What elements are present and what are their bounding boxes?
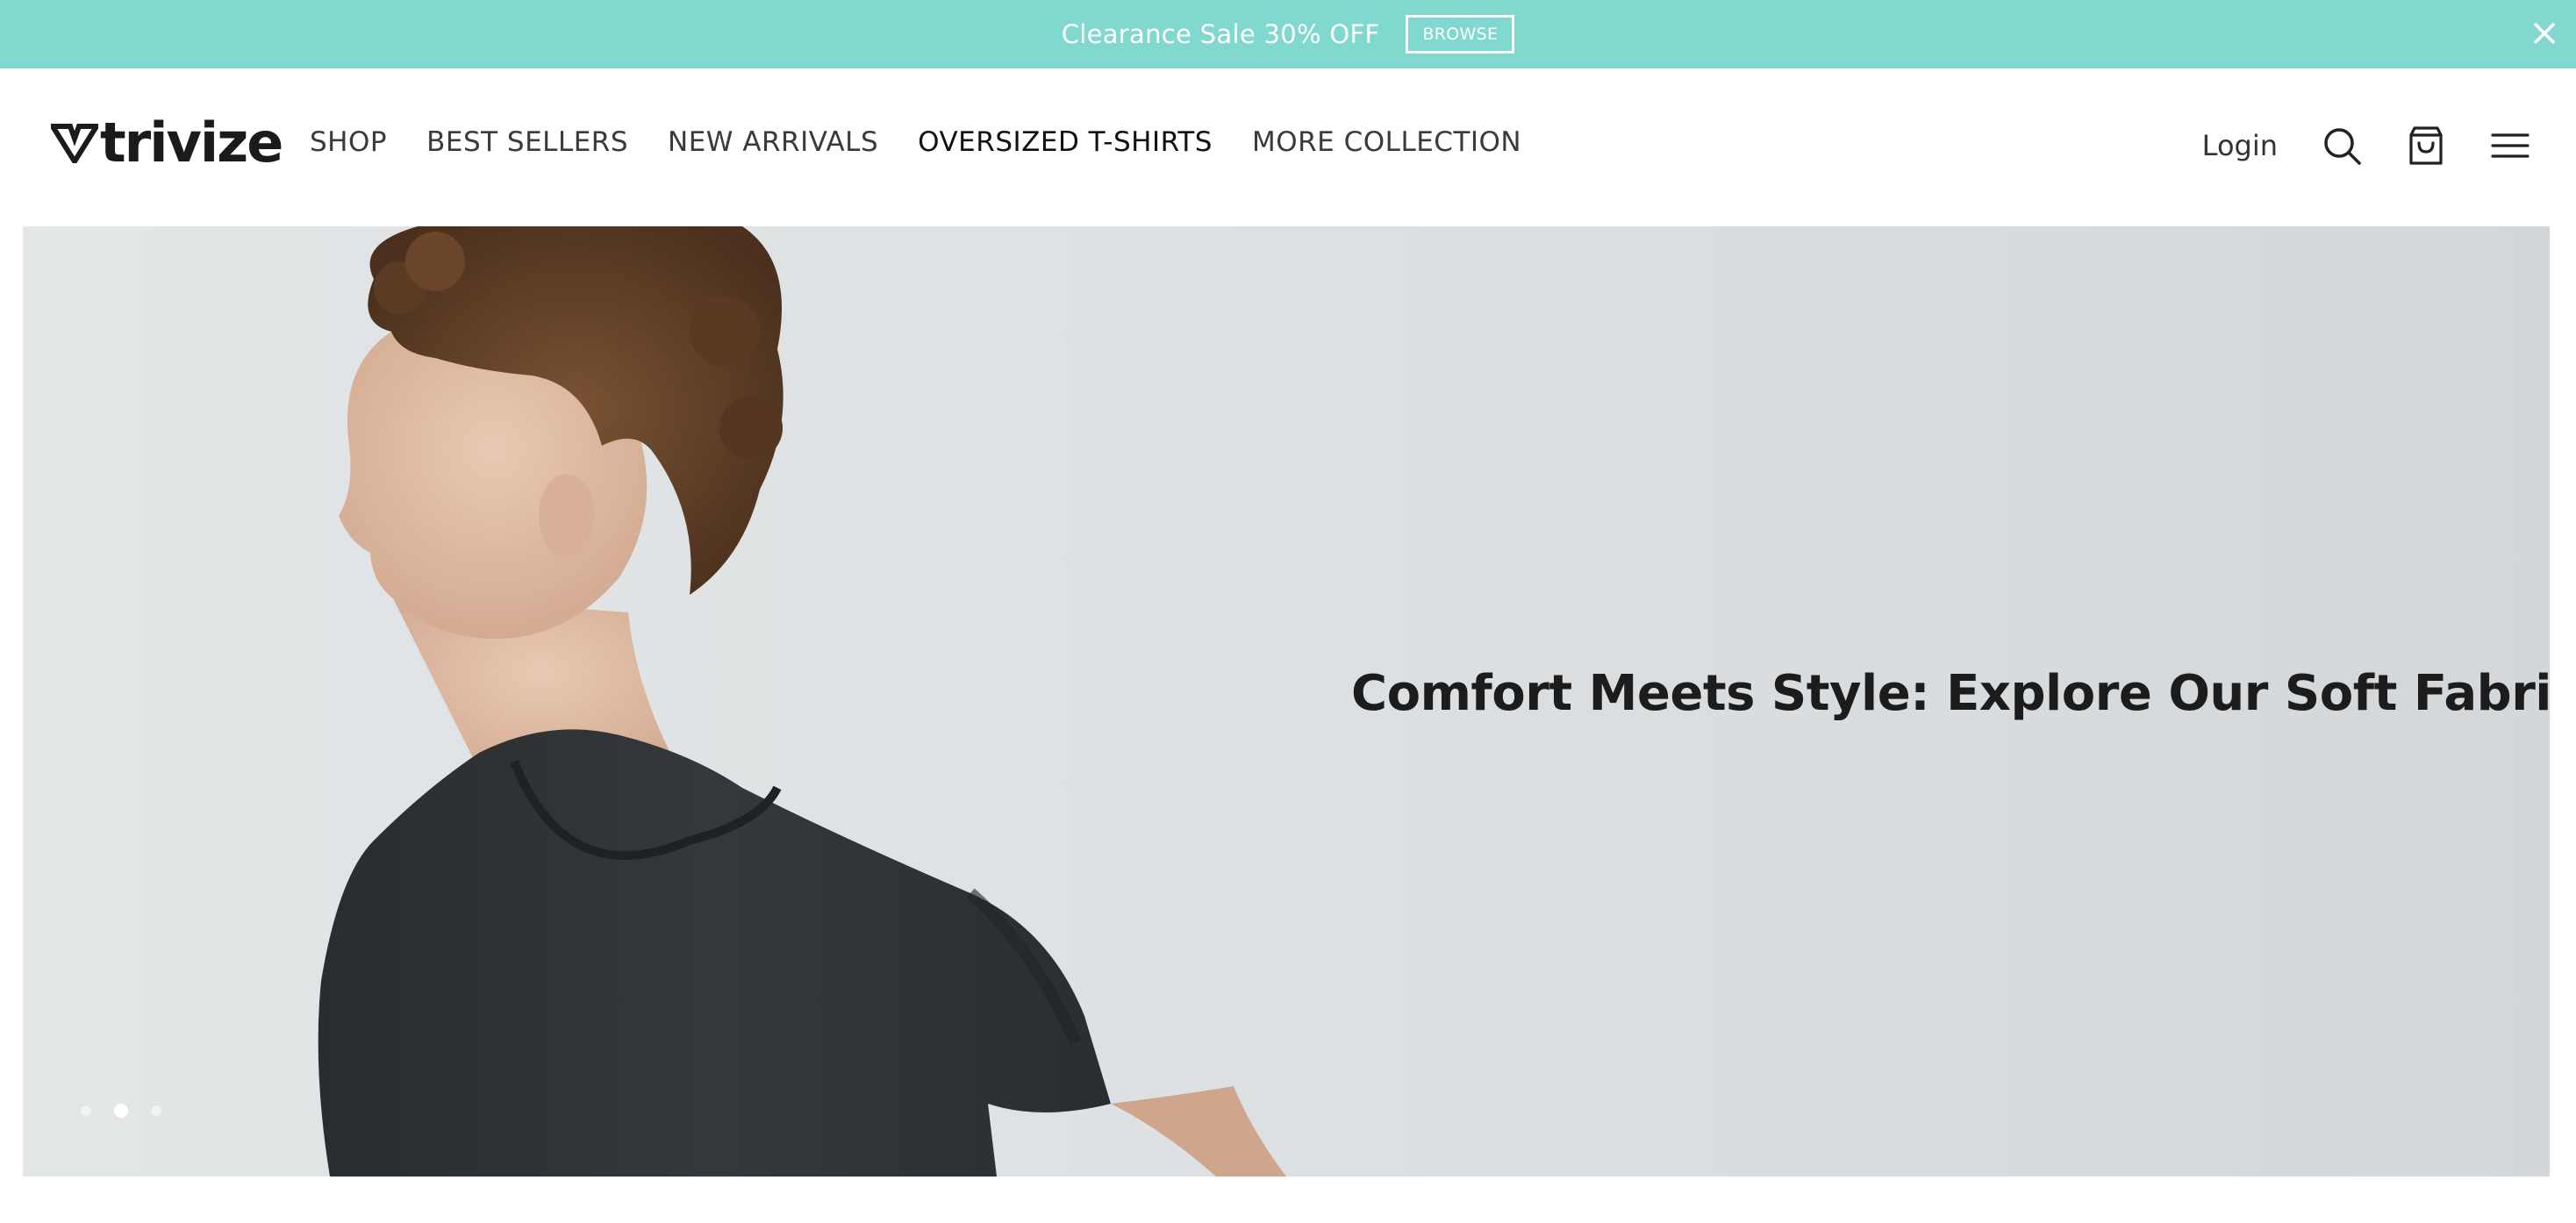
- hero-heading: Comfort Meets Style: Explore Our Soft Fa…: [1351, 665, 2550, 722]
- logo-mark-icon: [51, 124, 98, 163]
- search-icon[interactable]: [2320, 124, 2364, 168]
- hamburger-menu-icon[interactable]: [2488, 124, 2532, 168]
- header-actions: Login: [2202, 121, 2576, 170]
- nav-item-oversized-t-shirts[interactable]: OVERSIZED T-SHIRTS: [918, 126, 1213, 158]
- carousel-dot[interactable]: [151, 1105, 161, 1116]
- nav-item-best-sellers[interactable]: BEST SELLERS: [426, 126, 628, 158]
- carousel-dots: [81, 1104, 184, 1118]
- login-link[interactable]: Login: [2202, 129, 2278, 162]
- announcement-bar: Clearance Sale 30% OFF BROWSE: [0, 0, 2576, 68]
- site-header: trivize SHOP BEST SELLERS NEW ARRIVALS O…: [0, 68, 2576, 226]
- main-nav: SHOP BEST SELLERS NEW ARRIVALS OVERSIZED…: [310, 126, 1561, 158]
- nav-item-new-arrivals[interactable]: NEW ARRIVALS: [668, 126, 878, 158]
- nav-item-more-collection[interactable]: MORE COLLECTION: [1252, 126, 1521, 158]
- hero-banner[interactable]: Comfort Meets Style: Explore Our Soft Fa…: [23, 226, 2550, 1177]
- carousel-dot[interactable]: [81, 1105, 91, 1116]
- logo-text: trivize: [100, 111, 283, 175]
- carousel-dot-active[interactable]: [114, 1104, 128, 1118]
- announcement-text: Clearance Sale 30% OFF: [1061, 19, 1380, 49]
- logo[interactable]: trivize: [51, 111, 283, 175]
- nav-item-shop[interactable]: SHOP: [310, 126, 387, 158]
- hero-model-image: [318, 226, 1286, 1177]
- shopping-bag-icon[interactable]: [2404, 124, 2448, 168]
- browse-button[interactable]: BROWSE: [1406, 15, 1515, 54]
- close-icon[interactable]: [2527, 16, 2562, 51]
